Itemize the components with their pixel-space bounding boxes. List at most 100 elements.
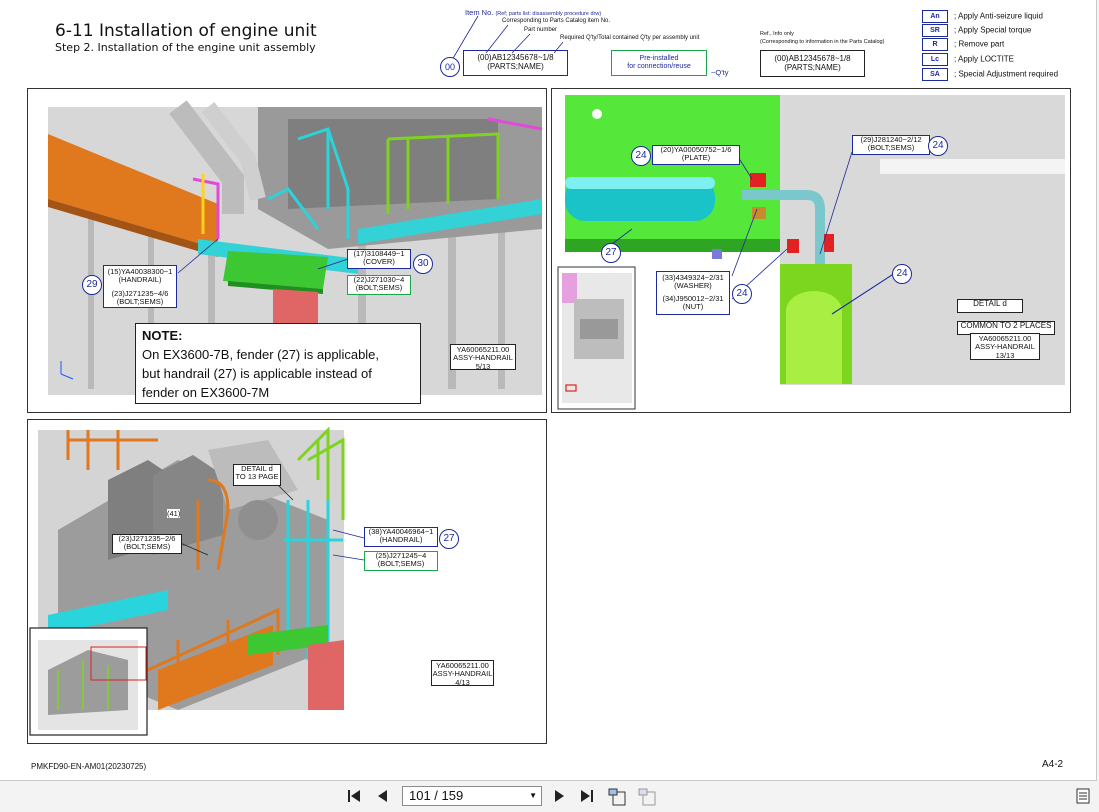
page-list-button[interactable] — [1074, 787, 1092, 805]
last-page-icon — [581, 790, 593, 802]
panel-3-drawing — [29, 426, 365, 736]
legend-code-lc: Lc — [922, 53, 948, 66]
note-line1: On EX3600-7B, fender (27) is applicable, — [142, 346, 380, 362]
next-page-icon — [555, 790, 564, 802]
key-corresponding: Corresponding to Parts Catalog item No. — [502, 18, 611, 24]
key-circle: 00 — [440, 57, 460, 77]
previous-page-icon — [378, 790, 387, 802]
key-required-qty: Required Q'ty/Total contained Q'ty per a… — [560, 35, 700, 41]
key-item-no-label: Item No. — [465, 8, 494, 17]
handrail-38-l2: (HANDRAIL) — [379, 535, 423, 545]
item-24d-circle: 24 — [892, 264, 912, 284]
fit-page-icon — [608, 788, 626, 806]
bolt-29-l2: (BOLT;SEMS) — [867, 143, 915, 153]
key-part-box: (00)AB12345678~1/8 (PARTS;NAME) — [463, 50, 568, 76]
page-list-icon — [1076, 788, 1090, 804]
note-line3: fender on EX3600-7M — [142, 384, 270, 400]
item-24a-circle: 24 — [631, 146, 651, 166]
legend-code-an: An — [922, 10, 948, 23]
plate-20-label: (20)YA00050752~1/6 (PLATE) — [652, 145, 740, 165]
cover-17-l2: (COVER) — [363, 257, 395, 267]
key-green-line2: for connection/reuse — [627, 62, 691, 70]
legend-row-sa: SA ; Special Adjustment required — [922, 68, 1058, 81]
panel-2-drawing — [557, 95, 1065, 410]
chevron-down-icon: ▼ — [529, 791, 537, 800]
item-27-circle: 27 — [601, 243, 621, 263]
item-24b-circle: 24 — [928, 136, 948, 156]
assy-handrail-13-label: YA60065211.00 ASSY-HANDRAIL 13/13 — [970, 333, 1040, 360]
note-box: NOTE: On EX3600-7B, fender (27) is appli… — [135, 323, 421, 404]
legend-code-sa: SA — [922, 68, 948, 81]
note-line2: but handrail (27) is applicable instead … — [142, 365, 372, 381]
legend-text-lc: ; Apply LOCTITE — [954, 54, 1015, 64]
key-item-no: Item No. (Ref; parts list: disassembly p… — [465, 8, 601, 17]
first-page-button[interactable] — [345, 787, 363, 805]
legend-row-an: An ; Apply Anti-seizure liquid — [922, 10, 1043, 23]
key-green-line1: Pre-installed — [639, 55, 679, 62]
legend-code-r: R — [922, 38, 948, 51]
bolt-25-l2: (BOLT;SEMS) — [377, 559, 425, 569]
detail-ref-l2: TO 13 PAGE — [235, 472, 279, 482]
key-part-number: Part number — [524, 27, 558, 33]
detail-d-label: DETAIL d — [957, 299, 1023, 313]
doc-code: PMKFD90-EN-AM01(20230725) — [31, 762, 147, 771]
legend-row-r: R ; Remove part — [922, 38, 1004, 51]
key-green-box: Pre-installed for connection/reuse — [611, 50, 707, 76]
washer-nut-label: (33)4349324~2/31 (WASHER) (34)J950012~2/… — [656, 271, 730, 315]
item-27-p3-circle: 27 — [439, 529, 459, 549]
bolt-29-label: (29)J281240~2/12 (BOLT;SEMS) — [852, 135, 930, 155]
first-page-icon — [348, 790, 360, 802]
page-code: A4-2 — [1042, 759, 1064, 770]
key-ref-box: (00)AB12345678~1/8 (PARTS;NAME) — [760, 50, 865, 77]
handrail-38-label: (38)YA40046964~1 (HANDRAIL) — [364, 527, 438, 547]
panel-2: 24 (20)YA00050752~1/6 (PLATE) (29)J28124… — [551, 88, 1071, 413]
plate-20-l2: (PLATE) — [681, 153, 711, 163]
page-number-select[interactable]: 101 / 159 ▼ — [402, 786, 542, 806]
page-subtitle: Step 2. Installation of the engine unit … — [55, 41, 316, 54]
nut-34-l2: (NUT) — [682, 301, 704, 311]
page-number-value: 101 / 159 — [409, 788, 464, 803]
item-29-circle: 29 — [82, 275, 102, 295]
fit-width-icon — [638, 788, 656, 806]
legend-text-r: ; Remove part — [954, 39, 1005, 49]
page-title: 6-11 Installation of engine unit — [55, 21, 317, 41]
legend-code-sr: SR — [922, 24, 948, 37]
bolt-25-label: (25)J271245~4 (BOLT;SEMS) — [364, 551, 438, 571]
key-box-line2: (PARTS;NAME) — [487, 61, 544, 71]
legend-text-sa: ; Special Adjustment required — [954, 69, 1059, 79]
key-item-no-ref: (Ref; parts list: disassembly procedure … — [495, 11, 602, 17]
bolt-22-l2: (BOLT;SEMS) — [355, 283, 403, 293]
bolt-23-p3-label: (23)J271235~2/6 (BOLT;SEMS) — [112, 534, 182, 554]
document-page: 6-11 Installation of engine unit Step 2.… — [0, 0, 1097, 781]
bolt-23-l2: (BOLT;SEMS) — [116, 296, 164, 306]
key-qty-suffix: ~Q'ty — [711, 68, 729, 77]
assy-handrail-5-label: YA60065211.00 ASSY-HANDRAIL 5/13 — [450, 344, 516, 370]
handrail-15-label: (15)YA40038300~1 (HANDRAIL) (23)J271235~… — [103, 265, 177, 308]
fit-page-button[interactable] — [607, 787, 626, 806]
legend-text-sr: ; Apply Special torque — [954, 25, 1032, 35]
assy-4-l3: 4/13 — [455, 677, 470, 687]
previous-page-button[interactable] — [374, 787, 392, 805]
item-41-label: (41) — [167, 509, 181, 518]
last-page-button[interactable] — [578, 787, 596, 805]
key-ref-title: Ref., Info only — [760, 31, 794, 37]
note-title: NOTE: — [142, 328, 183, 343]
washer-33-l2: (WASHER) — [674, 281, 712, 291]
cover-17-label: (17)3108449~1 (COVER) — [347, 249, 411, 269]
assy-13-l3: 13/13 — [995, 350, 1015, 360]
assy-5-l3: 5/13 — [475, 361, 491, 371]
key-ref-sub: (Corresponding to information in the Par… — [760, 39, 885, 45]
bolt-22-label: (22)J271030~4 (BOLT;SEMS) — [347, 275, 411, 295]
next-page-button[interactable] — [550, 787, 568, 805]
handrail-15-l2: (HANDRAIL) — [118, 275, 162, 285]
legend-row-lc: Lc ; Apply LOCTITE — [922, 53, 1014, 66]
panel-3: DETAIL d TO 13 PAGE (41) (23)J271235~2/6… — [27, 419, 547, 744]
viewer-toolbar: 101 / 159 ▼ — [0, 781, 1099, 811]
legend-text-an: ; Apply Anti-seizure liquid — [954, 11, 1043, 21]
assy-handrail-4-label: YA60065211.00 ASSY-HANDRAIL 4/13 — [431, 660, 494, 686]
item-24c-circle: 24 — [732, 284, 752, 304]
fit-width-button[interactable] — [637, 787, 656, 806]
key-ref-line2: (PARTS;NAME) — [784, 62, 841, 72]
legend-row-sr: SR ; Apply Special torque — [922, 24, 1031, 37]
detail-d-ref-label: DETAIL d TO 13 PAGE — [233, 464, 281, 486]
